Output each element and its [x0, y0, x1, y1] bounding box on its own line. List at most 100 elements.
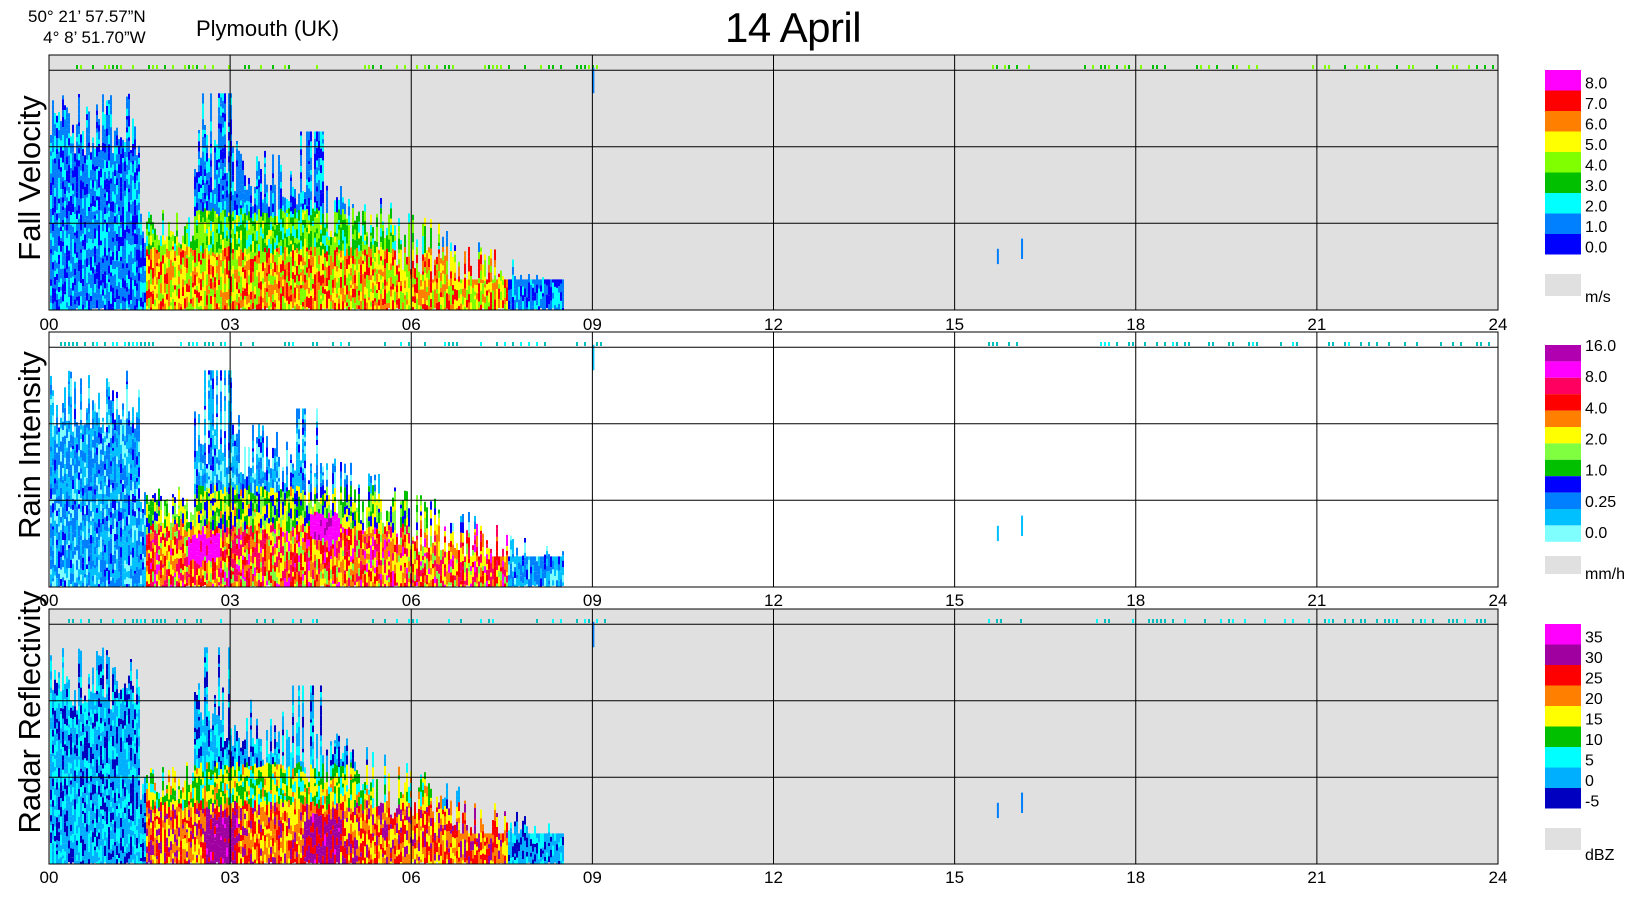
heatmap-cell: [182, 235, 184, 243]
heatmap-cell: [68, 532, 70, 541]
heatmap-cell: [134, 149, 136, 158]
heatmap-cell: [240, 177, 242, 185]
heatmap-cell: [52, 223, 54, 232]
heatmap-cell: [550, 287, 552, 298]
heatmap-cell: [304, 232, 306, 239]
heatmap-cell: [452, 290, 454, 295]
heatmap-cell: [520, 305, 522, 310]
heatmap-cell: [108, 279, 110, 283]
heatmap-cell: [118, 180, 120, 188]
heatmap-cell: [62, 499, 64, 508]
heatmap-cell: [104, 469, 106, 476]
heatmap-cell: [90, 264, 92, 271]
heatmap-cell: [110, 577, 112, 581]
heatmap-cell: [176, 296, 178, 305]
heatmap-cell: [516, 287, 518, 292]
heatmap-cell: [220, 93, 222, 98]
heatmap-cell: [62, 177, 64, 182]
heatmap-cell: [90, 230, 92, 235]
heatmap-cell: [56, 290, 58, 294]
heatmap-cell: [102, 218, 104, 227]
heatmap-cell: [558, 292, 560, 304]
heatmap-cell: [318, 207, 320, 211]
heatmap-cell: [64, 447, 66, 452]
heatmap-cell: [130, 277, 132, 284]
heatmap-cell: [134, 131, 136, 140]
heatmap-cell: [58, 446, 60, 452]
heatmap-cell: [124, 248, 126, 260]
heatmap-cell: [128, 165, 130, 170]
heatmap-cell: [240, 249, 242, 253]
heatmap-cell: [206, 201, 208, 211]
heatmap-cell: [62, 144, 64, 151]
heatmap-cell: [58, 259, 60, 265]
heatmap-cell: [70, 404, 72, 408]
heatmap-cell: [218, 93, 220, 98]
heatmap-cell: [86, 548, 88, 559]
heatmap-cell: [276, 248, 278, 252]
heatmap-cell: [554, 305, 556, 310]
heatmap-cell: [58, 442, 60, 447]
heatmap-cell: [216, 279, 218, 291]
heatmap-cell: [86, 262, 88, 267]
heatmap-cell: [92, 581, 94, 587]
heatmap-cell: [272, 302, 274, 307]
heatmap-cell: [232, 265, 234, 274]
heatmap-cell: [304, 214, 306, 220]
heatmap-cell: [104, 219, 106, 223]
heatmap-cell: [404, 243, 406, 248]
heatmap-cell: [282, 260, 284, 264]
heatmap-cell: [80, 170, 82, 176]
heatmap-cell: [72, 550, 74, 559]
heatmap-cell: [80, 215, 82, 219]
heatmap-cell: [260, 183, 262, 192]
heatmap-cell: [256, 205, 258, 215]
heatmap-cell: [70, 196, 72, 207]
heatmap-cell: [134, 233, 136, 245]
heatmap-cell: [336, 233, 338, 237]
heatmap-cell: [102, 572, 104, 583]
heatmap-cell: [98, 262, 100, 271]
heatmap-cell: [250, 251, 252, 259]
heatmap-cell: [492, 290, 494, 298]
heatmap-cell: [76, 478, 78, 489]
heatmap-cell: [310, 290, 312, 296]
heatmap-cell: [66, 292, 68, 296]
heatmap-cell: [84, 171, 86, 179]
heatmap-cell: [350, 284, 352, 288]
heatmap-cell: [50, 559, 52, 570]
heatmap-cell: [112, 443, 114, 448]
heatmap-cell: [202, 287, 204, 297]
heatmap-cell: [480, 251, 482, 255]
heatmap-cell: [160, 235, 162, 246]
heatmap-cell: [200, 251, 202, 260]
heatmap-cell: [240, 235, 242, 241]
heatmap-cell: [172, 265, 174, 269]
heatmap-cell: [112, 269, 114, 276]
heatmap-cell: [50, 270, 52, 280]
heatmap-cell: [402, 287, 404, 294]
heatmap-cell: [58, 487, 60, 496]
heatmap-cell: [380, 294, 382, 303]
heatmap-cell: [246, 304, 248, 310]
heatmap-cell: [100, 536, 102, 546]
heatmap-cell: [52, 215, 54, 224]
heatmap-cell: [104, 214, 106, 220]
heatmap-cell: [356, 270, 358, 281]
heatmap-cell: [50, 384, 52, 395]
heatmap-cell: [78, 94, 80, 98]
heatmap-cell: [116, 127, 118, 136]
heatmap-cell: [188, 226, 190, 238]
heatmap-cell: [50, 424, 52, 428]
heatmap-cell: [110, 553, 112, 564]
heatmap-cell: [192, 287, 194, 298]
heatmap-cell: [208, 274, 210, 283]
heatmap-cell: [266, 184, 268, 193]
heatmap-cell: [122, 148, 124, 159]
heatmap-cell: [78, 580, 80, 585]
heatmap-cell: [86, 505, 88, 516]
heatmap-cell: [328, 302, 330, 310]
heatmap-cell: [248, 284, 250, 295]
heatmap-cell: [96, 165, 98, 170]
heatmap-cell: [70, 143, 72, 147]
